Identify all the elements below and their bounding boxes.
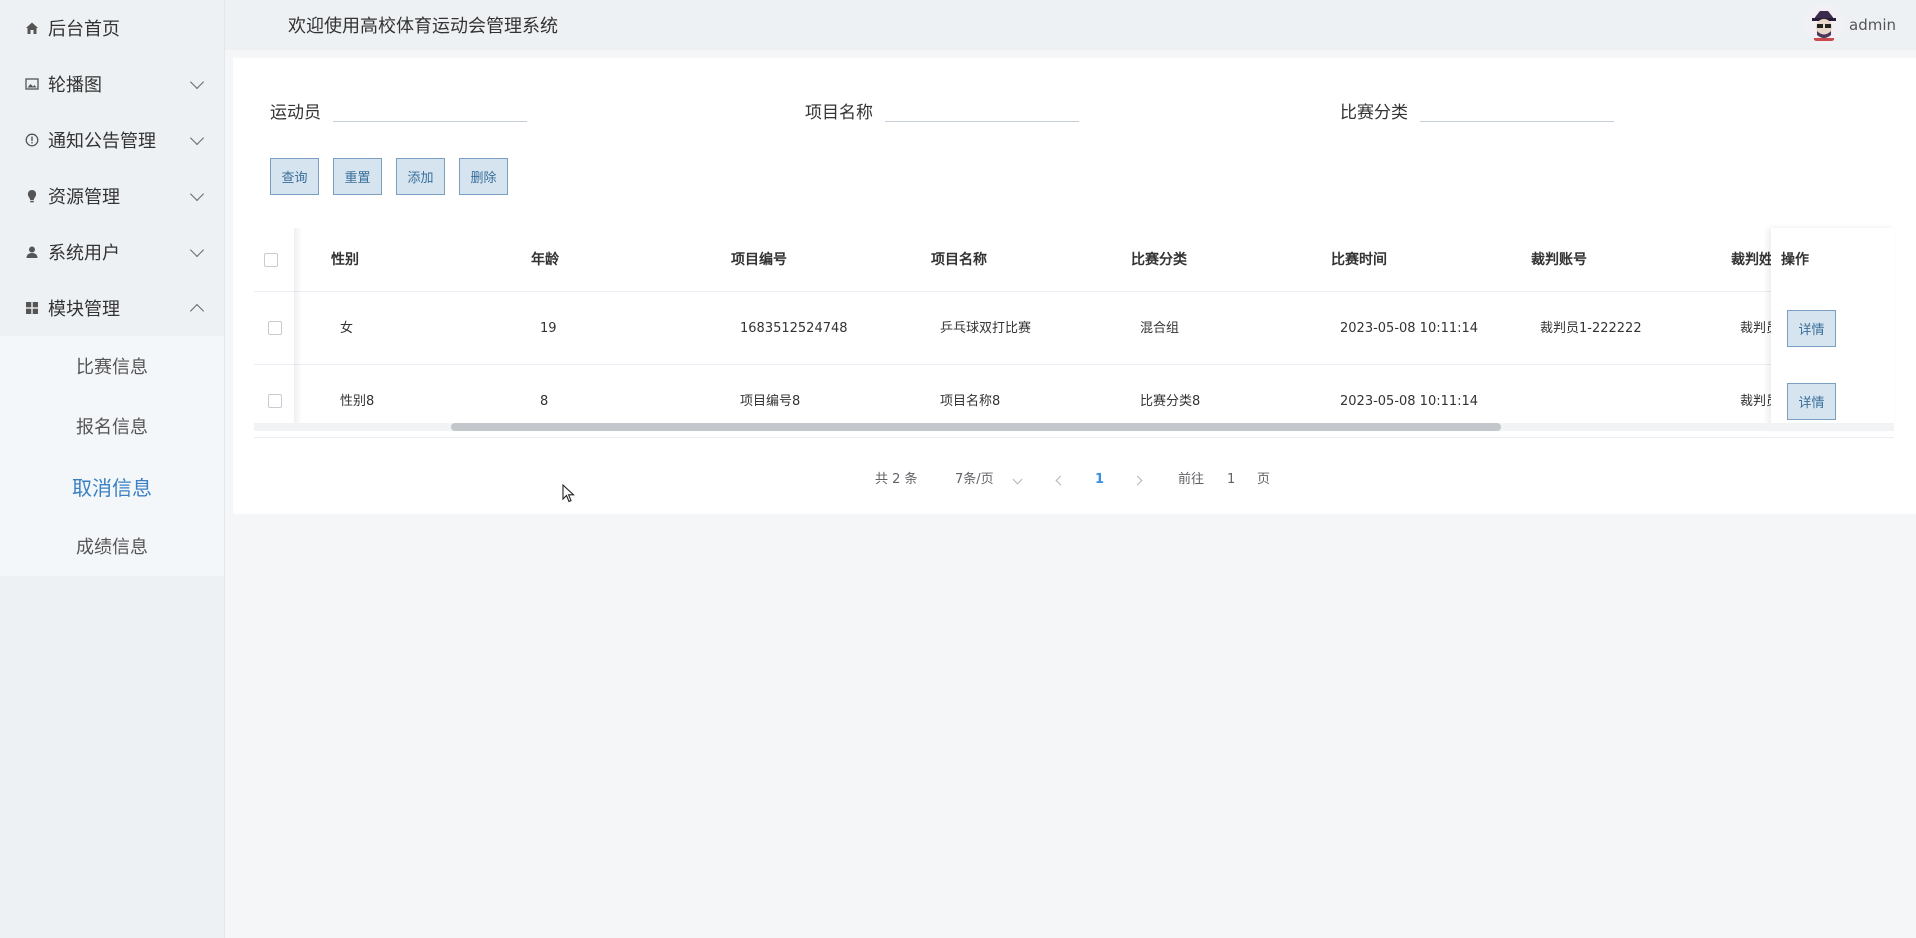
column-header-referee-name[interactable]: 裁判姓 — [1731, 228, 1773, 292]
reset-button[interactable]: 重置 — [333, 158, 382, 195]
submenu-item-match-info[interactable]: 比赛信息 — [0, 336, 224, 396]
fixed-column-shadow — [294, 228, 302, 428]
goto-prefix: 前往 — [1178, 472, 1205, 487]
main-card: 运动员 项目名称 比赛分类 查询 重置 添加 删除 性别 年龄 项目编号 项目名… — [233, 58, 1916, 514]
column-header-actions: 操作 — [1781, 252, 1809, 268]
column-header-match-time[interactable]: 比赛时间 — [1331, 228, 1387, 292]
cell-match-time: 2023-05-08 10:11:14 — [1340, 321, 1479, 336]
cell-project-name: 乒乓球双打比赛 — [940, 321, 1032, 336]
pagination: 共 2 条 7条/页 1 前往 1 页 — [233, 470, 1916, 490]
sidebar-item-label: 系统用户 — [48, 243, 120, 264]
page-title: 欢迎使用高校体育运动会管理系统 — [288, 16, 558, 37]
submenu-item-signup-info[interactable]: 报名信息 — [0, 396, 224, 456]
sidebar-item-label: 通知公告管理 — [48, 131, 156, 152]
cell-age: 19 — [540, 321, 557, 336]
delete-button[interactable]: 删除 — [459, 158, 508, 195]
avatar[interactable] — [1805, 5, 1843, 43]
username[interactable]: admin — [1849, 16, 1896, 34]
search-field-athlete: 运动员 — [270, 54, 527, 123]
chevron-down-icon — [189, 130, 205, 146]
action-buttons: 查询 重置 添加 删除 — [270, 158, 508, 195]
page-number-current[interactable]: 1 — [1095, 470, 1104, 490]
prev-page-icon[interactable] — [1055, 475, 1066, 486]
row-checkbox[interactable] — [268, 321, 282, 335]
sidebar-item-label: 后台首页 — [48, 19, 120, 40]
pagination-total: 共 2 条 — [875, 472, 918, 487]
search-field-project-name: 项目名称 — [805, 54, 1079, 123]
submenu-item-cancel-info[interactable]: 取消信息 — [0, 456, 224, 516]
search-field-category: 比赛分类 — [1340, 54, 1614, 123]
search-form: 运动员 项目名称 比赛分类 — [270, 88, 1870, 148]
cell-referee-account: 裁判员1-222222 — [1540, 321, 1642, 336]
horizontal-scrollbar[interactable] — [254, 423, 1894, 431]
sidebar-item-modules[interactable]: 模块管理 — [0, 280, 224, 336]
column-header-gender[interactable]: 性别 — [331, 228, 359, 292]
column-header-project-no[interactable]: 项目编号 — [731, 228, 787, 292]
row-checkbox[interactable] — [268, 394, 282, 408]
sidebar: 后台首页 轮播图 通知公告管理 资源管理 系统用户 模块管理 比赛信息 报名信息… — [0, 0, 225, 938]
chevron-up-icon — [189, 303, 205, 319]
scrollbar-thumb[interactable] — [451, 423, 1501, 431]
project-name-label: 项目名称 — [805, 103, 873, 123]
table-header: 性别 年龄 项目编号 项目名称 比赛分类 比赛时间 裁判账号 裁判姓 — [254, 228, 1894, 292]
top-header: 欢迎使用高校体育运动会管理系统 admin — [225, 0, 1916, 50]
goto-page-input[interactable]: 1 — [1227, 470, 1235, 490]
bulb-icon — [24, 188, 40, 204]
detail-button[interactable]: 详情 — [1787, 310, 1836, 347]
module-submenu: 比赛信息 报名信息 取消信息 成绩信息 — [0, 336, 224, 576]
cell-project-no: 1683512524748 — [740, 321, 848, 336]
page-size-select[interactable]: 7条/页 — [955, 470, 994, 490]
fixed-action-column: 操作 详情 详情 — [1771, 228, 1894, 428]
column-header-age[interactable]: 年龄 — [531, 228, 559, 292]
next-page-icon[interactable] — [1132, 475, 1143, 486]
category-label: 比赛分类 — [1340, 103, 1408, 123]
category-input[interactable] — [1420, 88, 1614, 122]
home-icon — [24, 20, 40, 36]
sidebar-item-label: 模块管理 — [48, 299, 120, 320]
sidebar-item-home[interactable]: 后台首页 — [0, 0, 224, 56]
user-icon — [24, 244, 40, 260]
grid-icon — [24, 300, 40, 316]
chevron-down-icon — [189, 74, 205, 90]
athlete-label: 运动员 — [270, 103, 321, 123]
athlete-input[interactable] — [333, 88, 527, 122]
chevron-down-icon[interactable] — [1012, 474, 1023, 485]
add-button[interactable]: 添加 — [396, 158, 445, 195]
sidebar-item-label: 轮播图 — [48, 75, 102, 96]
cell-category: 混合组 — [1140, 321, 1180, 336]
info-circle-icon — [24, 132, 40, 148]
sidebar-item-users[interactable]: 系统用户 — [0, 224, 224, 280]
cell-gender: 女 — [340, 321, 354, 336]
sidebar-item-resource[interactable]: 资源管理 — [0, 168, 224, 224]
column-header-project-name[interactable]: 项目名称 — [931, 228, 987, 292]
chevron-down-icon — [189, 242, 205, 258]
goto-suffix: 页 — [1257, 472, 1271, 487]
chevron-down-icon — [189, 186, 205, 202]
detail-button[interactable]: 详情 — [1787, 383, 1836, 420]
mouse-cursor-icon — [562, 484, 575, 503]
query-button[interactable]: 查询 — [270, 158, 319, 195]
data-table: 性别 年龄 项目编号 项目名称 比赛分类 比赛时间 裁判账号 裁判姓 女 19 … — [254, 228, 1894, 438]
table-row[interactable]: 女 19 1683512524748 乒乓球双打比赛 混合组 2023-05-0… — [254, 292, 1894, 365]
sidebar-item-carousel[interactable]: 轮播图 — [0, 56, 224, 112]
project-name-input[interactable] — [885, 88, 1079, 122]
picture-icon — [24, 76, 40, 92]
sidebar-item-notice[interactable]: 通知公告管理 — [0, 112, 224, 168]
select-all-checkbox[interactable] — [264, 253, 278, 267]
sidebar-item-label: 资源管理 — [48, 187, 120, 208]
column-header-category[interactable]: 比赛分类 — [1131, 228, 1187, 292]
column-header-referee-account[interactable]: 裁判账号 — [1531, 228, 1587, 292]
submenu-item-score-info[interactable]: 成绩信息 — [0, 516, 224, 576]
